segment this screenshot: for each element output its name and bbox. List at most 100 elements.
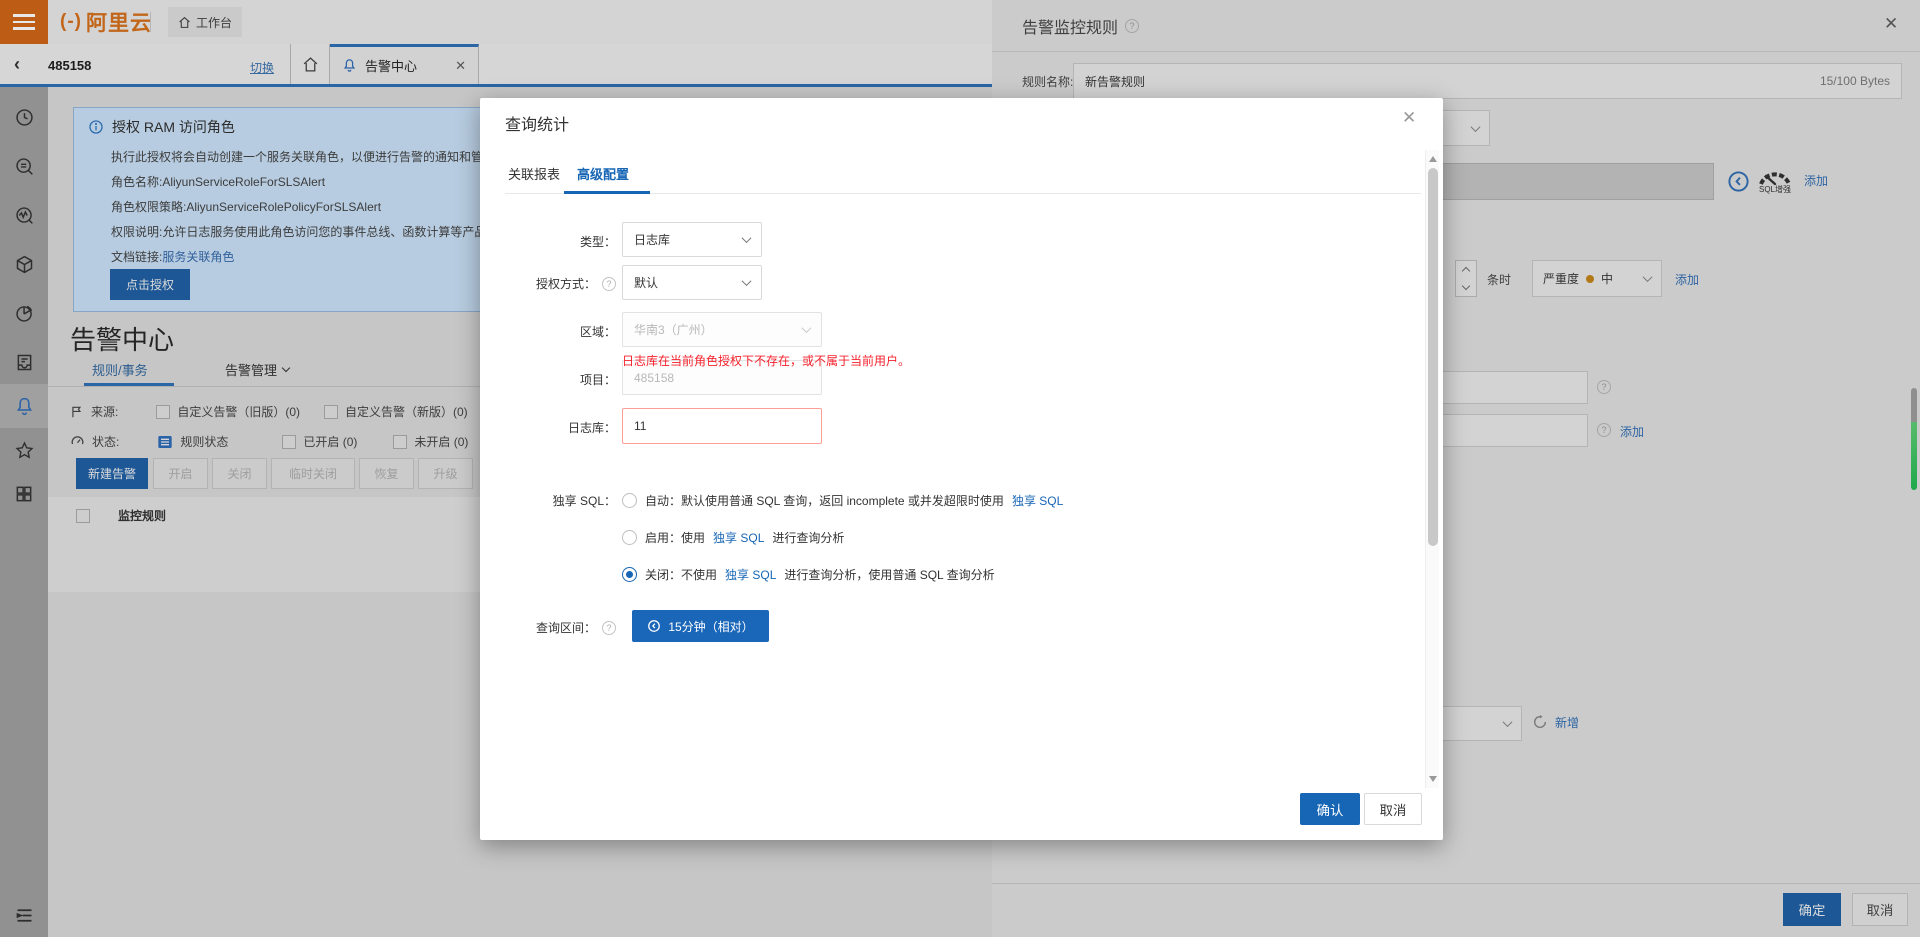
aliyun-logo[interactable]: (-) 阿里云 <box>60 9 152 35</box>
add-condition-link[interactable]: 添加 <box>1675 271 1699 288</box>
sidebar-item-log-search[interactable] <box>0 144 48 188</box>
drawer-ok-button[interactable]: 确定 <box>1783 893 1841 926</box>
scrollbar-thumb[interactable] <box>1428 168 1438 546</box>
modal-confirm-button[interactable]: 确认 <box>1300 793 1360 825</box>
back-button[interactable]: ‹ <box>14 54 34 76</box>
sidebar-collapse-button[interactable] <box>0 893 48 937</box>
home-icon <box>302 56 319 73</box>
tab-alert-manage[interactable]: 告警管理 <box>225 360 289 379</box>
help-icon[interactable]: ? <box>1597 380 1611 394</box>
relative-time-icon[interactable] <box>1727 170 1750 193</box>
radio-enable[interactable] <box>622 530 637 545</box>
dedicated-sql-link[interactable]: 独享 SQL <box>725 566 776 583</box>
sidebar-item-monitor[interactable] <box>0 193 48 237</box>
radio-auto[interactable] <box>622 493 637 508</box>
logstore-input[interactable]: 11 <box>622 408 822 444</box>
sidebar-item-resources[interactable] <box>0 242 48 286</box>
stepper-down[interactable] <box>1456 279 1476 297</box>
service-role-link[interactable]: 服务关联角色 <box>162 250 234 264</box>
tab-alert-center[interactable]: 告警中心 ✕ <box>330 44 479 84</box>
checkbox-disabled[interactable] <box>393 435 407 449</box>
scrollbar-thumb-green[interactable] <box>1911 422 1917 490</box>
severity-select[interactable]: 严重度 中 <box>1532 260 1662 297</box>
modal-tab-underline <box>564 191 650 194</box>
modal-close-icon[interactable]: ✕ <box>1402 108 1416 128</box>
close-tab-icon[interactable]: ✕ <box>455 58 466 74</box>
sidebar-item-report[interactable] <box>0 340 48 384</box>
drawer-close-icon[interactable]: ✕ <box>1884 14 1898 34</box>
select-all-checkbox[interactable] <box>76 509 90 523</box>
new-alert-button[interactable]: 新建告警 <box>76 458 148 489</box>
alert-bell-icon <box>14 396 35 417</box>
disable-button[interactable]: 关闭 <box>212 458 267 489</box>
sidebar-item-dashboard[interactable] <box>0 291 48 335</box>
authorize-button[interactable]: 点击授权 <box>110 269 190 300</box>
sidebar-item-favorites[interactable] <box>0 428 48 472</box>
type-select[interactable]: 日志库 <box>622 222 762 257</box>
bell-icon <box>342 58 357 73</box>
sql-enhance-toggle[interactable]: SQL增强 <box>1757 166 1793 195</box>
dedicated-sql-label: 独享 SQL： <box>480 492 616 509</box>
count-stepper[interactable] <box>1455 260 1477 297</box>
workspace-button[interactable]: 工作台 <box>168 7 242 37</box>
upgrade-button[interactable]: 升级 <box>418 458 473 489</box>
scroll-down-arrow[interactable] <box>1429 776 1437 782</box>
dedicated-sql-link[interactable]: 独享 SQL <box>1012 492 1063 509</box>
resume-button[interactable]: 恢复 <box>359 458 414 489</box>
scroll-up-arrow[interactable] <box>1429 156 1437 162</box>
header-divider <box>150 12 151 32</box>
status-label: 状态: <box>92 433 119 450</box>
status-filter-row: 状态: 规则状态 已开启 (0) 未开启 (0) 暂停 <box>70 433 549 450</box>
radio-row-enable: 启用：使用 独享 SQL 进行查询分析 <box>622 529 844 546</box>
hamburger-menu-button[interactable] <box>0 0 48 44</box>
project-label: 项目： <box>480 371 616 388</box>
modal-title: 查询统计 <box>505 111 569 135</box>
add-query-link[interactable]: 添加 <box>1804 172 1828 189</box>
checkbox-enabled[interactable] <box>282 435 296 449</box>
modal-cancel-button[interactable]: 取消 <box>1364 793 1422 825</box>
tab-rules-events[interactable]: 规则/事务 <box>92 360 148 379</box>
auth-mode-select[interactable]: 默认 <box>622 265 762 300</box>
info-title: 授权 RAM 访问角色 <box>112 117 235 137</box>
add-field-link[interactable]: 添加 <box>1620 423 1644 440</box>
info-line: 角色权限策略:AliyunServiceRolePolicyForSLSAler… <box>111 198 381 215</box>
radio-row-auto: 自动：默认使用普通 SQL 查询，返回 incomplete 或并发超限时使用 … <box>622 492 1063 509</box>
radio-off-selected[interactable] <box>622 567 637 582</box>
query-statistics-modal: 查询统计 ✕ 关联报表 高级配置 类型： 日志库 授权方式：? 默认 区域： 华… <box>480 98 1443 840</box>
sidebar-item-clock[interactable] <box>0 95 48 139</box>
chevron-down-icon <box>742 276 752 286</box>
logstore-error-message: 日志库在当前角色授权下不存在，或不属于当前用户。 <box>622 352 910 369</box>
temp-disable-button[interactable]: 临时关闭 <box>271 458 355 489</box>
help-icon[interactable]: ? <box>1597 423 1611 437</box>
app-grid-icon <box>14 484 34 504</box>
sql-gauge-icon <box>1757 166 1793 186</box>
drawer-cancel-button[interactable]: 取消 <box>1852 893 1908 926</box>
collapse-list-icon <box>14 905 35 926</box>
dedicated-sql-link[interactable]: 独享 SQL <box>713 529 764 546</box>
stepper-up[interactable] <box>1456 261 1476 279</box>
sidebar-item-apps[interactable] <box>0 472 48 516</box>
tab-bar <box>0 44 992 87</box>
help-icon[interactable]: ? <box>1125 19 1139 33</box>
interval-button[interactable]: 15分钟（相对） <box>632 610 769 642</box>
modal-scrollbar[interactable] <box>1425 150 1439 788</box>
enable-button[interactable]: 开启 <box>153 458 208 489</box>
scrollbar-thumb-top[interactable] <box>1911 388 1917 422</box>
radio-row-off: 关闭：不使用 独享 SQL 进行查询分析，使用普通 SQL 查询分析 <box>622 566 995 583</box>
checkbox-custom-alert-old[interactable] <box>156 405 170 419</box>
help-icon[interactable]: ? <box>602 621 616 635</box>
chevron-down-icon <box>1471 122 1481 132</box>
tab-advanced-config[interactable]: 高级配置 <box>577 164 629 183</box>
checkbox-custom-alert-new[interactable] <box>324 405 338 419</box>
new-policy-link[interactable]: 新增 <box>1555 714 1579 731</box>
rule-name-input[interactable]: 新告警规则 15/100 Bytes <box>1073 63 1902 99</box>
tab-linked-report[interactable]: 关联报表 <box>508 164 560 183</box>
sidebar-item-alerts[interactable] <box>0 384 48 428</box>
home-icon <box>178 16 191 29</box>
home-tab[interactable] <box>290 44 330 84</box>
region-select: 华南3（广州） <box>622 312 822 347</box>
info-icon <box>88 119 104 135</box>
refresh-icon[interactable] <box>1532 714 1548 730</box>
help-icon[interactable]: ? <box>602 277 616 291</box>
switch-project-link[interactable]: 切换 <box>250 59 274 76</box>
